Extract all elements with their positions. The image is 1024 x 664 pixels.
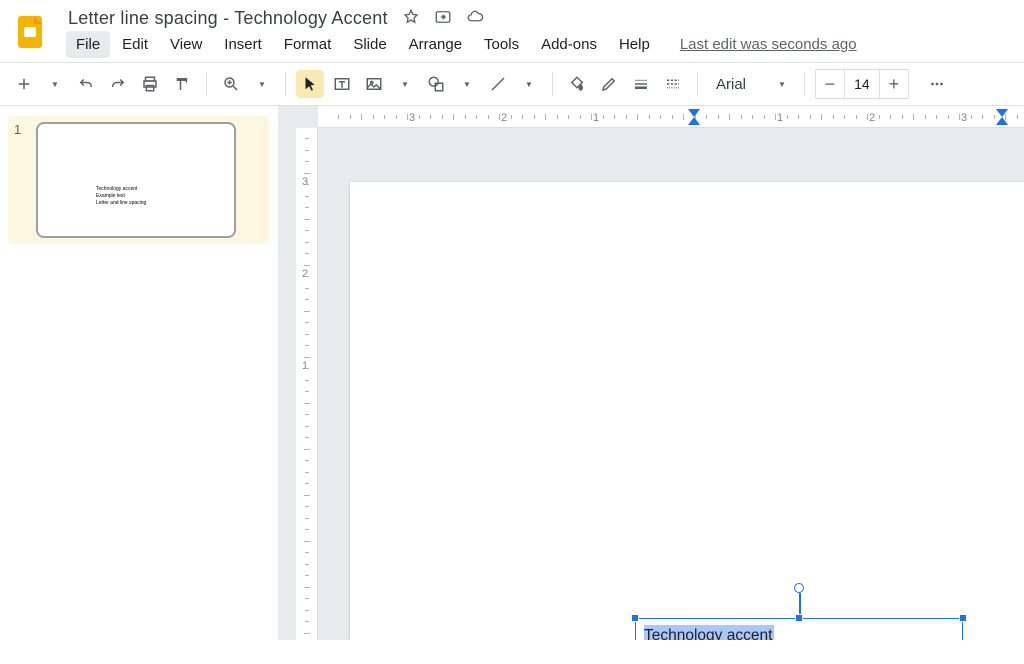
font-family-label: Arial <box>716 76 746 93</box>
last-edit-link[interactable]: Last edit was seconds ago <box>680 36 857 53</box>
menu-file[interactable]: File <box>66 31 110 58</box>
menubar: File Edit View Insert Format Slide Arran… <box>64 29 1008 58</box>
font-size-decrease[interactable]: − <box>816 70 844 98</box>
slide-number: 1 <box>14 122 28 238</box>
menu-slide[interactable]: Slide <box>343 31 396 58</box>
new-slide-dropdown[interactable]: ▼ <box>40 70 68 98</box>
slides-logo[interactable] <box>12 12 52 52</box>
move-icon[interactable] <box>434 8 452 29</box>
font-family-select[interactable]: Arial ▼ <box>708 72 794 97</box>
image-tool[interactable] <box>360 70 388 98</box>
menu-insert[interactable]: Insert <box>214 31 272 58</box>
redo-button[interactable] <box>104 70 132 98</box>
fill-color-button[interactable] <box>563 70 591 98</box>
font-size-increase[interactable]: + <box>880 70 908 98</box>
doc-title[interactable]: Letter line spacing - Technology Accent <box>68 8 388 29</box>
toolbar: ▼ ▼ ▼ ▼ ▼ Arial ▼ − 14 + <box>0 62 1024 106</box>
resize-handle-nw[interactable] <box>631 614 639 622</box>
slide-panel: 1 Technology accent Example text Letter … <box>0 106 278 640</box>
thumb-preview-text: Technology accent Example text Letter an… <box>96 186 146 207</box>
shape-tool[interactable] <box>422 70 450 98</box>
new-slide-button[interactable] <box>10 70 38 98</box>
rotate-connector <box>799 593 801 615</box>
slide-canvas[interactable]: Technology accent Example text Letter an… <box>350 182 1024 640</box>
shape-dropdown[interactable]: ▼ <box>452 70 480 98</box>
menu-edit[interactable]: Edit <box>112 31 158 58</box>
menu-format[interactable]: Format <box>274 31 342 58</box>
paint-format-button[interactable] <box>168 70 196 98</box>
menu-arrange[interactable]: Arrange <box>399 31 472 58</box>
border-weight-button[interactable] <box>627 70 655 98</box>
resize-handle-n[interactable] <box>795 614 803 622</box>
vertical-ruler[interactable]: 321 <box>296 128 318 640</box>
menu-addons[interactable]: Add-ons <box>531 31 607 58</box>
select-tool[interactable] <box>296 70 324 98</box>
line-tool[interactable] <box>484 70 512 98</box>
font-size-control: − 14 + <box>815 69 909 99</box>
undo-button[interactable] <box>72 70 100 98</box>
image-dropdown[interactable]: ▼ <box>390 70 418 98</box>
zoom-dropdown[interactable]: ▼ <box>247 70 275 98</box>
rotate-handle[interactable] <box>794 583 804 593</box>
textbox-content[interactable]: Technology accent Example text Letter an… <box>636 619 962 640</box>
cloud-icon[interactable] <box>466 8 484 29</box>
font-size-value[interactable]: 14 <box>844 70 880 98</box>
menu-help[interactable]: Help <box>609 31 660 58</box>
slide-thumbnail[interactable]: 1 Technology accent Example text Letter … <box>8 116 269 244</box>
textbox-tool[interactable] <box>328 70 356 98</box>
star-icon[interactable] <box>402 8 420 29</box>
border-color-button[interactable] <box>595 70 623 98</box>
menu-view[interactable]: View <box>160 31 212 58</box>
vertical-scrollbar[interactable] <box>1010 128 1024 640</box>
zoom-button[interactable] <box>217 70 245 98</box>
menu-tools[interactable]: Tools <box>474 31 529 58</box>
canvas[interactable]: 3211234 321 Technol <box>278 106 1024 640</box>
border-dash-button[interactable] <box>659 70 687 98</box>
print-button[interactable] <box>136 70 164 98</box>
text-line: Technology accent <box>644 625 774 640</box>
more-tools-button[interactable] <box>923 70 951 98</box>
resize-handle-ne[interactable] <box>959 614 967 622</box>
line-dropdown[interactable]: ▼ <box>514 70 542 98</box>
horizontal-ruler[interactable]: 3211234 <box>318 106 1024 128</box>
selected-textbox[interactable]: Technology accent Example text Letter an… <box>635 618 963 640</box>
